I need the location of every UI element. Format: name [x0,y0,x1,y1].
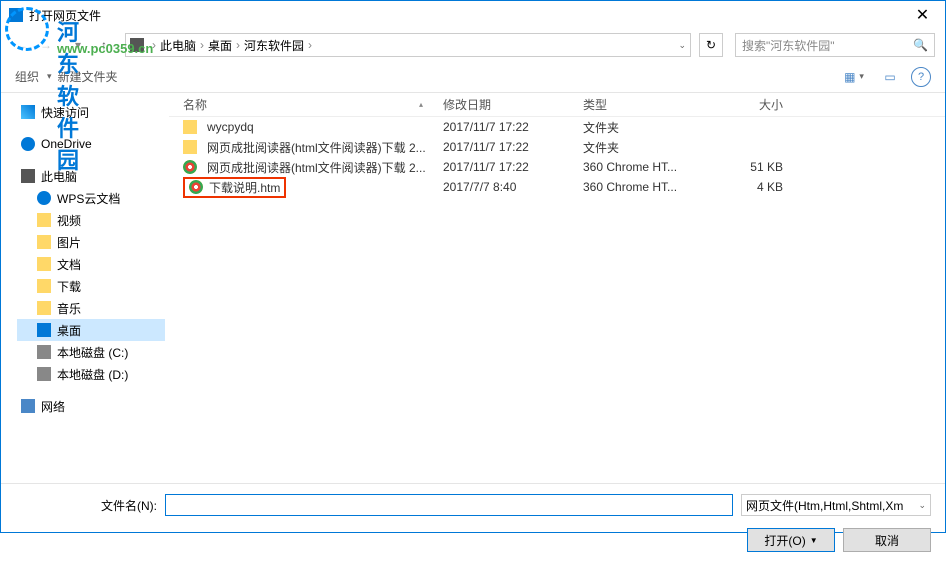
column-headers: 名称▴ 修改日期 类型 大小 [169,93,945,117]
dropdown-icon: ▾ [47,71,52,82]
search-icon[interactable]: 🔍 [913,38,928,52]
sidebar-item-label: WPS云文档 [57,190,120,207]
item-icon [37,235,51,249]
cloud-icon [21,137,35,151]
sidebar-item-4[interactable]: 下载 [17,275,165,297]
file-row[interactable]: 网页成批阅读器(html文件阅读器)下载 2... 2017/11/7 17:22… [169,157,945,177]
file-row[interactable]: 下载说明.htm 2017/7/7 8:40360 Chrome HT...4 K… [169,177,945,197]
sidebar-this-pc[interactable]: 此电脑 [17,165,165,187]
chevron-right-icon: › [308,38,312,52]
col-name-header[interactable]: 名称▴ [183,96,443,113]
sidebar-item-label: 下载 [57,278,81,295]
file-size: 51 KB [713,160,793,174]
close-button[interactable]: ✕ [900,1,945,29]
up-button[interactable]: ↑ [93,34,115,56]
breadcrumb[interactable]: › 此电脑 › 桌面 › 河东软件园 › ⌄ [125,33,691,57]
network-icon [21,399,35,413]
file-type: 文件夹 [583,119,713,136]
sort-icon: ▴ [419,100,423,109]
chevron-right-icon: › [200,38,204,52]
item-icon [37,191,51,205]
file-name: 网页成批阅读器(html文件阅读器)下载 2... [207,159,426,176]
file-name: wycpydq [207,120,254,134]
search-placeholder: 搜索"河东软件园" [742,37,835,54]
forward-button[interactable]: → [35,34,57,56]
chevron-right-icon: › [236,38,240,52]
search-input[interactable]: 搜索"河东软件园" 🔍 [735,33,935,57]
file-type: 360 Chrome HT... [583,160,713,174]
window-title: 打开网页文件 [29,7,101,24]
col-size-header[interactable]: 大小 [713,96,793,113]
file-name: 网页成批阅读器(html文件阅读器)下载 2... [207,139,426,156]
file-size: 4 KB [713,180,793,194]
bc-pc[interactable]: 此电脑 [160,37,196,54]
sidebar-quick-access[interactable]: 快速访问 [17,101,165,123]
sidebar-item-3[interactable]: 文档 [17,253,165,275]
file-date: 2017/11/7 17:22 [443,120,583,134]
file-date: 2017/11/7 17:22 [443,140,583,154]
file-icon [183,140,197,154]
recent-dropdown[interactable]: ▾ [67,34,89,56]
view-options-button[interactable]: ▦ ▾ [839,67,869,87]
file-row[interactable]: wycpydq 2017/11/7 17:22文件夹 [169,117,945,137]
sidebar-item-label: 图片 [57,234,81,251]
star-icon [21,105,35,119]
chevron-right-icon: › [152,38,156,52]
sidebar-item-label: 本地磁盘 (C:) [57,344,128,361]
pc-icon [21,169,35,183]
sidebar-item-label: 文档 [57,256,81,273]
sidebar-item-1[interactable]: 视频 [17,209,165,231]
file-type: 文件夹 [583,139,713,156]
col-date-header[interactable]: 修改日期 [443,96,583,113]
filename-label: 文件名(N): [15,497,165,514]
item-icon [37,301,51,315]
bc-folder[interactable]: 河东软件园 [244,37,304,54]
item-icon [37,257,51,271]
sidebar-item-label: 音乐 [57,300,81,317]
file-type: 360 Chrome HT... [583,180,713,194]
file-row[interactable]: 网页成批阅读器(html文件阅读器)下载 2... 2017/11/7 17:22… [169,137,945,157]
sidebar-item-0[interactable]: WPS云文档 [17,187,165,209]
file-date: 2017/11/7 17:22 [443,160,583,174]
sidebar-item-5[interactable]: 音乐 [17,297,165,319]
sidebar-network[interactable]: 网络 [17,395,165,417]
open-button[interactable]: 打开(O)▼ [747,528,835,552]
item-icon [37,323,51,337]
chevron-down-icon: ⌄ [918,500,926,511]
sidebar-item-label: 本地磁盘 (D:) [57,366,128,383]
sidebar-onedrive[interactable]: OneDrive [17,133,165,155]
file-list: 名称▴ 修改日期 类型 大小 wycpydq2017/11/7 17:22文件夹… [169,93,945,483]
filetype-dropdown[interactable]: 网页文件(Htm,Html,Shtml,Xm ⌄ [741,494,931,516]
help-button[interactable]: ? [911,67,931,87]
col-type-header[interactable]: 类型 [583,96,713,113]
split-dropdown-icon[interactable]: ▼ [810,536,818,545]
sidebar-item-label: 桌面 [57,322,81,339]
bc-pc-icon [130,38,144,52]
cancel-button[interactable]: 取消 [843,528,931,552]
back-button[interactable]: ← [11,34,33,56]
file-icon [183,120,197,134]
item-icon [37,367,51,381]
item-icon [37,345,51,359]
file-icon [189,180,203,194]
organize-menu[interactable]: 组织 ▾ [15,68,52,85]
filename-input[interactable] [165,494,733,516]
sidebar-item-7[interactable]: 本地磁盘 (C:) [17,341,165,363]
file-date: 2017/7/7 8:40 [443,180,583,194]
file-name: 下载说明.htm [209,179,280,196]
navigation-sidebar: 快速访问 OneDrive 此电脑 WPS云文档视频图片文档下载音乐桌面本地磁盘… [1,93,169,483]
item-icon [37,279,51,293]
app-icon [9,8,23,22]
breadcrumb-dropdown-icon[interactable]: ⌄ [678,40,686,51]
preview-pane-button[interactable]: ▭ [875,67,905,87]
sidebar-item-2[interactable]: 图片 [17,231,165,253]
sidebar-item-6[interactable]: 桌面 [17,319,165,341]
file-icon [183,160,197,174]
bc-desktop[interactable]: 桌面 [208,37,232,54]
sidebar-item-label: 视频 [57,212,81,229]
new-folder-button[interactable]: 新建文件夹 [58,68,118,85]
sidebar-item-8[interactable]: 本地磁盘 (D:) [17,363,165,385]
refresh-button[interactable]: ↻ [699,33,723,57]
item-icon [37,213,51,227]
